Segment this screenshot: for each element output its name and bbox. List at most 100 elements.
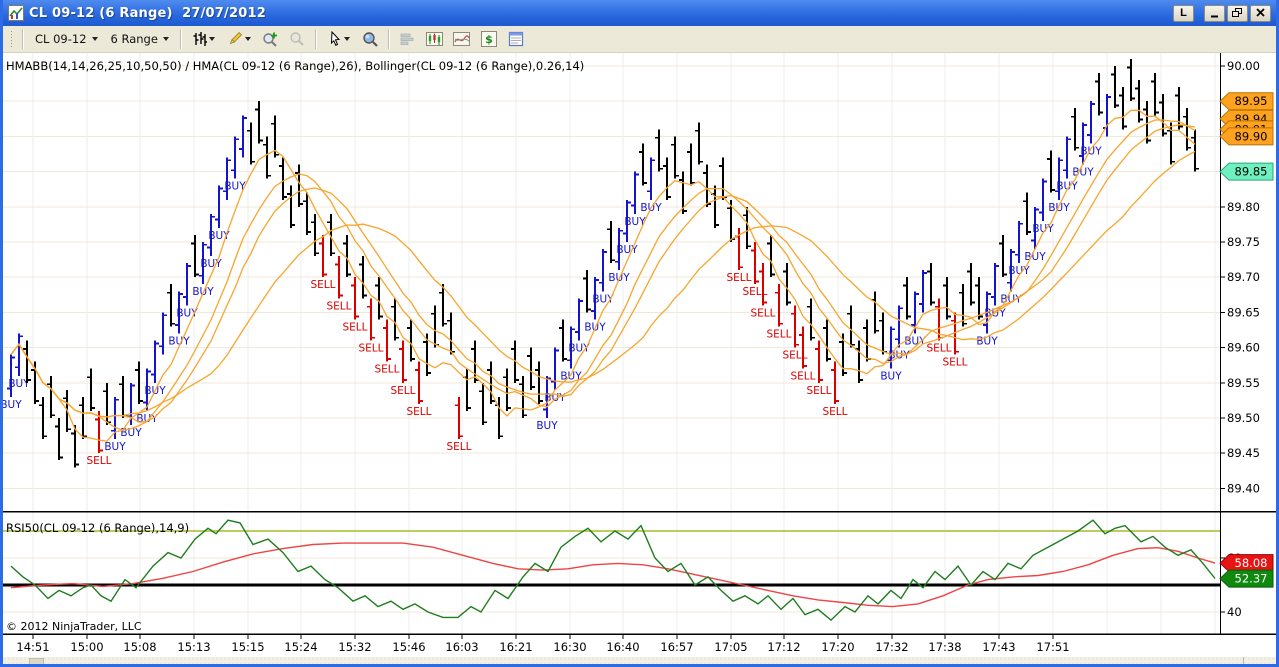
- link-button[interactable]: L: [1173, 4, 1194, 22]
- buy-signal-label: BUY: [1056, 181, 1078, 193]
- pencil-icon: [229, 31, 242, 45]
- zoom-in-icon: [263, 32, 277, 47]
- copyright-label: © 2012 NinjaTrader, LLC: [6, 620, 142, 633]
- time-axis-label: 15:00: [70, 640, 103, 654]
- rsi-indicator-label: RSI50(CL 09-12 (6 Range),14,9): [6, 521, 189, 535]
- instrument-select[interactable]: CL 09-12: [30, 30, 103, 48]
- buy-signal-label: BUY: [904, 336, 926, 348]
- time-axis-label: 17:38: [928, 640, 961, 654]
- rsi-value-tag-label: 58.08: [1235, 556, 1268, 570]
- sell-signal-label: SELL: [751, 307, 776, 319]
- sell-signal-label: SELL: [767, 328, 792, 340]
- sell-signal-label: SELL: [311, 279, 336, 291]
- zoom-out-button[interactable]: [285, 28, 309, 50]
- chart-style-button[interactable]: [188, 28, 220, 50]
- drawing-tools-button[interactable]: [223, 28, 255, 50]
- restore-icon: [1232, 8, 1242, 17]
- toolbar: CL 09-12 6 Range $: [3, 26, 1276, 53]
- price-axis-label: 89.45: [1227, 446, 1260, 460]
- properties-panel-icon: [508, 31, 524, 47]
- time-axis-label: 17:43: [982, 640, 1015, 654]
- chart-trader-button[interactable]: [396, 28, 420, 50]
- buy-signal-label: BUY: [880, 371, 902, 383]
- buy-signal-label: BUY: [136, 413, 158, 425]
- bar-chart-style-icon: [193, 32, 208, 46]
- dollar-glyph: $: [485, 33, 493, 46]
- price-axis-label: 89.65: [1227, 305, 1260, 319]
- time-axis-label: 17:51: [1036, 640, 1069, 654]
- last-price-tag-label: 89.85: [1235, 165, 1268, 179]
- price-axis-label: 89.60: [1227, 341, 1260, 355]
- bars-panel-button[interactable]: [423, 28, 447, 50]
- dollar-icon: $: [480, 31, 497, 47]
- time-axis-label: 17:05: [714, 640, 747, 654]
- time-axis-label: 17:32: [875, 640, 908, 654]
- buy-signal-label: BUY: [1024, 251, 1046, 263]
- indicators-button[interactable]: [450, 28, 474, 50]
- chart-canvas[interactable]: BUYBUYSELLBUYBUYBUYBUYBUYBUYBUYBUYBUYBUY…: [3, 53, 1276, 657]
- chart-trader-icon: [400, 33, 414, 45]
- cursor-button[interactable]: [323, 28, 355, 50]
- time-axis-label: 16:57: [660, 640, 693, 654]
- toolbar-separator: [387, 29, 390, 49]
- buy-signal-label: BUY: [536, 420, 558, 432]
- chart-window: CL 09-12 (6 Range) 27/07/2012 L CL 09-12…: [0, 0, 1279, 667]
- buy-signal-label: BUY: [1048, 202, 1070, 214]
- price-axis-label: 89.75: [1227, 235, 1260, 249]
- interval-select[interactable]: 6 Range: [106, 30, 174, 48]
- interval-label: 6 Range: [110, 32, 158, 46]
- buy-signal-label: BUY: [3, 399, 22, 411]
- buy-signal-label: BUY: [888, 350, 910, 362]
- price-axis-label: 89.70: [1227, 270, 1260, 284]
- time-axis-label: 16:21: [499, 640, 532, 654]
- close-icon: [1255, 8, 1265, 17]
- toolbar-separator: [179, 29, 182, 49]
- sell-signal-label: SELL: [943, 357, 968, 369]
- chart-area: BUYBUYSELLBUYBUYBUYBUYBUYBUYBUYBUYBUYBUY…: [3, 53, 1276, 664]
- sell-signal-label: SELL: [391, 385, 416, 397]
- restore-button[interactable]: [1227, 4, 1248, 22]
- chevron-down-icon: [209, 37, 216, 41]
- time-axis-label: 15:08: [123, 640, 156, 654]
- chevron-down-icon: [343, 37, 350, 41]
- toolbar-separator: [314, 29, 317, 49]
- minimize-button[interactable]: [1204, 4, 1225, 22]
- buy-signal-label: BUY: [568, 343, 590, 355]
- sell-signal-label: SELL: [87, 455, 112, 467]
- sell-signal-label: SELL: [791, 371, 816, 383]
- window-controls: L: [1173, 4, 1271, 22]
- buy-signal-label: BUY: [176, 307, 198, 319]
- chart-trader-dollar-button[interactable]: $: [477, 28, 501, 50]
- data-box-button[interactable]: [358, 28, 382, 50]
- scrollbar-divider: [1243, 657, 1244, 664]
- price-axis-label: 89.80: [1227, 200, 1260, 214]
- rsi-axis-label: 40: [1227, 605, 1242, 619]
- chevron-down-icon: [244, 37, 251, 41]
- time-axis-label: 15:32: [338, 640, 371, 654]
- sell-signal-label: SELL: [927, 343, 952, 355]
- price-axis-label: 89.50: [1227, 411, 1260, 425]
- properties-button[interactable]: [504, 28, 528, 50]
- rsi-avg-line: [10, 542, 1216, 608]
- sell-signal-label: SELL: [823, 406, 848, 418]
- price-axis-label: 90.00: [1227, 59, 1260, 73]
- band-price-tag-label: 89.95: [1235, 94, 1268, 108]
- toolbar-grip-handle[interactable]: [10, 30, 13, 48]
- time-axis-label: 17:12: [767, 640, 800, 654]
- chevron-down-icon: [91, 37, 98, 41]
- time-axis-label: 15:24: [284, 640, 317, 654]
- buy-signal-label: BUY: [616, 244, 638, 256]
- time-axis-label: 17:20: [821, 640, 854, 654]
- buy-signal-label: BUY: [200, 258, 222, 270]
- title-bar[interactable]: CL 09-12 (6 Range) 27/07/2012 L: [3, 0, 1276, 26]
- time-axis-label: 16:30: [553, 640, 586, 654]
- horizontal-scrollbar[interactable]: [3, 657, 1276, 664]
- cursor-arrow-icon: [330, 31, 341, 46]
- time-axis-label: 15:13: [177, 640, 210, 654]
- zoom-in-button[interactable]: [258, 28, 282, 50]
- close-button[interactable]: [1250, 4, 1271, 22]
- sell-signal-label: SELL: [375, 364, 400, 376]
- scrollbar-thumb[interactable]: [29, 658, 44, 664]
- zoom-out-icon: [290, 32, 304, 46]
- time-axis-label: 14:51: [16, 640, 49, 654]
